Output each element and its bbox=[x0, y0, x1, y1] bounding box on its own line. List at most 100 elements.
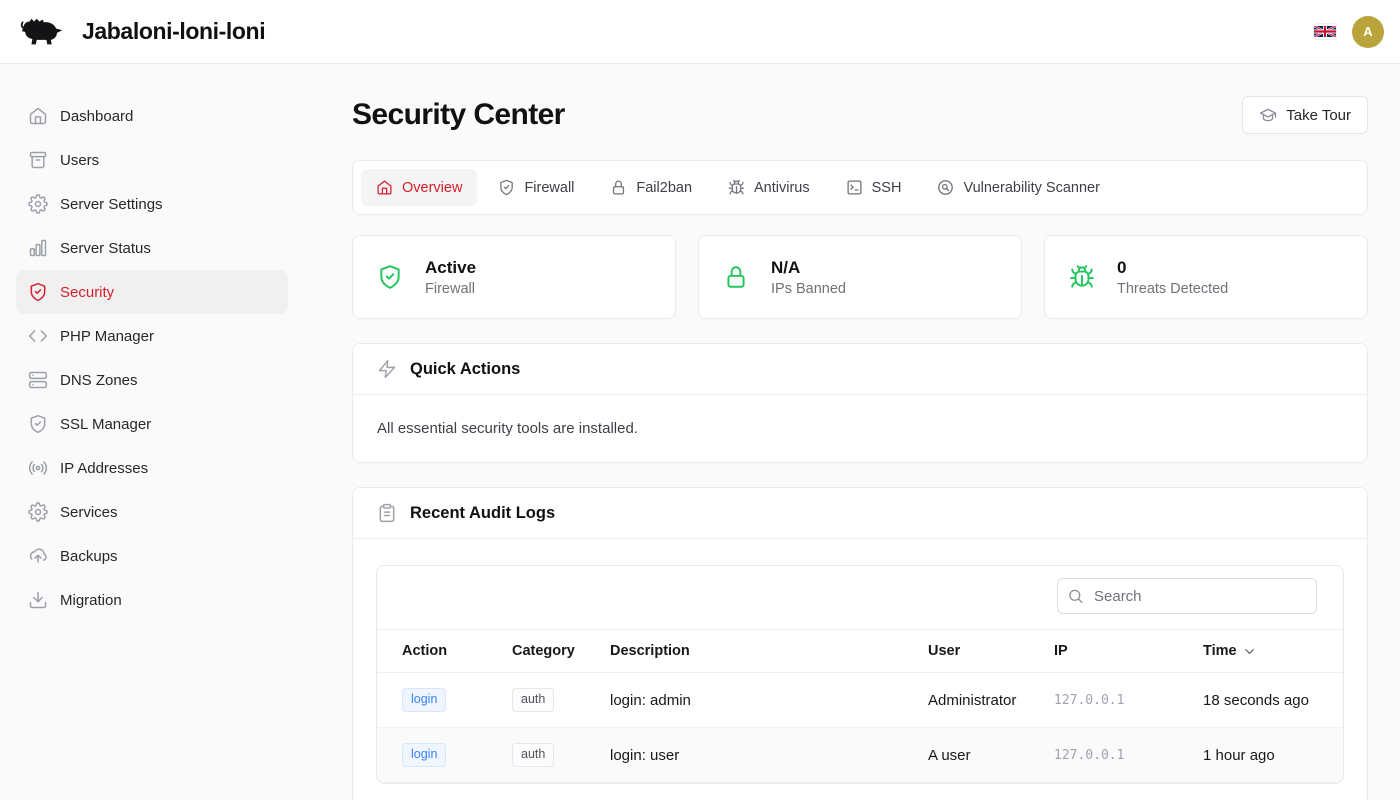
status-value: N/A bbox=[771, 258, 846, 278]
tab[interactable]: Overview bbox=[361, 169, 477, 206]
log-user: A user bbox=[928, 747, 1054, 764]
status-label: Firewall bbox=[425, 281, 476, 297]
log-description: login: admin bbox=[610, 692, 928, 709]
sidebar-item-label: Server Status bbox=[60, 240, 151, 257]
avatar-initial: A bbox=[1363, 24, 1372, 39]
server-icon bbox=[28, 370, 48, 390]
sidebar-item[interactable]: SSL Manager bbox=[16, 402, 288, 446]
column-description[interactable]: Description bbox=[610, 643, 928, 659]
chevron-down-icon bbox=[1242, 644, 1257, 659]
download-icon bbox=[28, 590, 48, 610]
column-action[interactable]: Action bbox=[402, 643, 512, 659]
boar-logo-icon[interactable] bbox=[16, 14, 68, 50]
sidebar-item[interactable]: Backups bbox=[16, 534, 288, 578]
log-ip: 127.0.0.1 bbox=[1054, 748, 1203, 763]
sidebar-item-label: PHP Manager bbox=[60, 328, 154, 345]
quick-actions-card: Quick Actions All essential security too… bbox=[352, 343, 1368, 463]
status-value: Active bbox=[425, 258, 476, 278]
table-header-row: Action Category Description User IP Time bbox=[377, 629, 1343, 673]
audit-log-row[interactable]: login auth login: user A user 127.0.0.1 … bbox=[377, 728, 1343, 783]
column-ip[interactable]: IP bbox=[1054, 643, 1203, 659]
audit-logs-table: Action Category Description User IP Time bbox=[376, 565, 1344, 784]
sidebar-item-label: DNS Zones bbox=[60, 372, 138, 389]
category-badge: auth bbox=[512, 688, 554, 712]
sidebar-item[interactable]: Services bbox=[16, 490, 288, 534]
status-card: Active Firewall bbox=[352, 235, 676, 319]
sidebar-item-label: Security bbox=[60, 284, 114, 301]
audit-logs-card: Recent Audit Logs Action Categor bbox=[352, 487, 1368, 800]
sidebar-item-label: Dashboard bbox=[60, 108, 133, 125]
sidebar-item[interactable]: Server Status bbox=[16, 226, 288, 270]
sidebar-item[interactable]: Server Settings bbox=[16, 182, 288, 226]
search-input[interactable] bbox=[1057, 578, 1317, 614]
sidebar-item-label: Server Settings bbox=[60, 196, 163, 213]
sidebar-item-label: Services bbox=[60, 504, 118, 521]
cloud-upload-icon bbox=[28, 546, 48, 566]
sidebar-item[interactable]: IP Addresses bbox=[16, 446, 288, 490]
tab-label: Vulnerability Scanner bbox=[963, 180, 1099, 196]
sidebar-item-label: IP Addresses bbox=[60, 460, 148, 477]
main-content: Security Center Take Tour Overview Firew… bbox=[304, 64, 1400, 800]
tab[interactable]: Fail2ban bbox=[595, 169, 707, 206]
column-user[interactable]: User bbox=[928, 643, 1054, 659]
tab[interactable]: Vulnerability Scanner bbox=[922, 169, 1114, 206]
radio-icon bbox=[28, 458, 48, 478]
status-card: N/A IPs Banned bbox=[698, 235, 1022, 319]
status-value: 0 bbox=[1117, 258, 1228, 278]
zap-icon bbox=[377, 359, 397, 379]
home-icon bbox=[376, 179, 393, 196]
sidebar-item-label: Migration bbox=[60, 592, 122, 609]
archive-icon bbox=[28, 150, 48, 170]
bug-icon bbox=[1069, 264, 1095, 290]
shield-check-icon bbox=[28, 414, 48, 434]
log-time: 18 seconds ago bbox=[1203, 692, 1343, 709]
lock-icon bbox=[610, 179, 627, 196]
security-tabs: Overview Firewall Fail2ban Antivirus bbox=[352, 160, 1368, 215]
tab[interactable]: Firewall bbox=[483, 169, 589, 206]
table-body: login auth login: admin Administrator 12… bbox=[377, 673, 1343, 783]
app-title: Jabaloni-loni-loni bbox=[82, 18, 265, 45]
bug-icon bbox=[728, 179, 745, 196]
graduation-cap-icon bbox=[1259, 106, 1277, 124]
log-ip: 127.0.0.1 bbox=[1054, 693, 1203, 708]
action-badge[interactable]: login bbox=[402, 743, 446, 767]
sidebar-item[interactable]: PHP Manager bbox=[16, 314, 288, 358]
quick-actions-message: All essential security tools are install… bbox=[353, 395, 1367, 462]
tab-label: Antivirus bbox=[754, 180, 810, 196]
audit-log-row[interactable]: login auth login: admin Administrator 12… bbox=[377, 673, 1343, 728]
log-description: login: user bbox=[610, 747, 928, 764]
sidebar-item[interactable]: Migration bbox=[16, 578, 288, 622]
search-circle-icon bbox=[937, 179, 954, 196]
category-badge: auth bbox=[512, 743, 554, 767]
tab[interactable]: SSH bbox=[831, 169, 917, 206]
app-header: Jabaloni-loni-loni A bbox=[0, 0, 1400, 64]
bar-chart-icon bbox=[28, 238, 48, 258]
tab[interactable]: Antivirus bbox=[713, 169, 825, 206]
tab-label: Overview bbox=[402, 180, 462, 196]
sidebar: Dashboard Users Server Settings Server S… bbox=[0, 64, 304, 800]
sidebar-item[interactable]: DNS Zones bbox=[16, 358, 288, 402]
action-badge[interactable]: login bbox=[402, 688, 446, 712]
log-time: 1 hour ago bbox=[1203, 747, 1343, 764]
gear-icon bbox=[28, 194, 48, 214]
clipboard-icon bbox=[377, 503, 397, 523]
sidebar-item[interactable]: Security bbox=[16, 270, 288, 314]
sidebar-item-label: Backups bbox=[60, 548, 118, 565]
uk-flag-icon[interactable] bbox=[1314, 24, 1336, 39]
status-label: IPs Banned bbox=[771, 281, 846, 297]
audit-logs-title: Recent Audit Logs bbox=[410, 504, 555, 523]
user-avatar[interactable]: A bbox=[1352, 16, 1384, 48]
log-user: Administrator bbox=[928, 692, 1054, 709]
gear-icon bbox=[28, 502, 48, 522]
tab-label: Firewall bbox=[524, 180, 574, 196]
sidebar-item-label: SSL Manager bbox=[60, 416, 151, 433]
take-tour-label: Take Tour bbox=[1286, 107, 1351, 124]
column-category[interactable]: Category bbox=[512, 643, 610, 659]
shield-check-icon bbox=[377, 264, 403, 290]
sidebar-item-label: Users bbox=[60, 152, 99, 169]
column-time-sort[interactable]: Time bbox=[1203, 643, 1343, 659]
take-tour-button[interactable]: Take Tour bbox=[1242, 96, 1368, 134]
page-title: Security Center bbox=[352, 98, 565, 132]
sidebar-item[interactable]: Dashboard bbox=[16, 94, 288, 138]
sidebar-item[interactable]: Users bbox=[16, 138, 288, 182]
